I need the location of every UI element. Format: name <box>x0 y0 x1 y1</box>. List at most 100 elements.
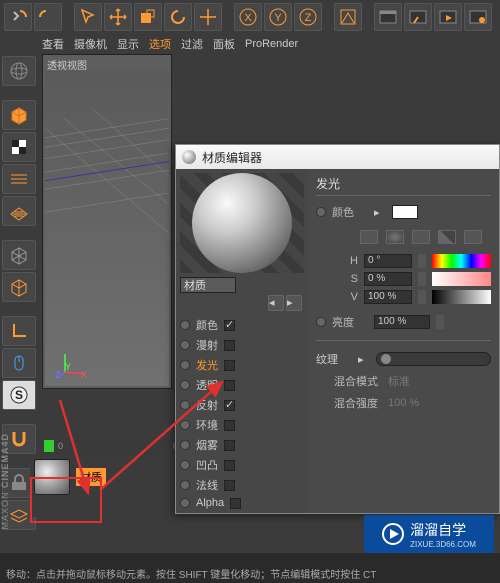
move-button[interactable] <box>104 3 132 31</box>
mode-2-button[interactable] <box>386 230 404 244</box>
prop-color-label: 颜色 <box>332 204 368 220</box>
material-label[interactable]: 材质 <box>76 468 106 486</box>
axis-x-button[interactable]: X <box>234 3 262 31</box>
channel-reflection[interactable]: 反射 <box>180 397 304 413</box>
h-slider[interactable] <box>432 254 491 268</box>
channel-alpha[interactable]: Alpha <box>180 497 304 509</box>
channel-normal[interactable]: 法线 <box>180 477 304 493</box>
v-input[interactable]: 100 % <box>364 290 412 304</box>
blend-strength-label: 混合强度 <box>334 395 382 411</box>
cube-solid-button[interactable] <box>2 100 36 130</box>
texture-label: 纹理 <box>316 351 352 367</box>
channel-color[interactable]: 颜色 <box>180 317 304 333</box>
mode-5-button[interactable] <box>464 230 482 244</box>
v-spinner[interactable] <box>418 290 426 304</box>
h-label: H <box>316 255 358 267</box>
channel-luminance[interactable]: 发光 <box>180 357 304 373</box>
menu-display[interactable]: 显示 <box>117 36 139 52</box>
color-mode-icons <box>360 230 491 244</box>
cube-wire-button[interactable] <box>2 240 36 270</box>
section-title: 发光 <box>316 175 491 196</box>
h-input[interactable]: 0 ° <box>364 254 412 268</box>
render-region-button[interactable] <box>404 3 432 31</box>
svg-text:Y: Y <box>274 12 282 24</box>
prop-color-radio[interactable] <box>316 207 326 217</box>
preview-right-button[interactable]: ▸ <box>286 295 302 311</box>
color-swatch[interactable] <box>392 205 418 219</box>
mode-4-button[interactable] <box>438 230 456 244</box>
dialog-title: 材质编辑器 <box>202 149 262 166</box>
preview-sphere <box>192 173 292 273</box>
mode-3-button[interactable] <box>412 230 430 244</box>
axis-gizmo: YXZ <box>57 348 87 378</box>
svg-text:S: S <box>15 388 23 402</box>
globe-icon[interactable] <box>2 56 36 86</box>
v-slider[interactable] <box>432 290 491 304</box>
scale-button[interactable] <box>134 3 162 31</box>
brightness-spinner[interactable] <box>436 315 444 329</box>
blend-strength-value: 100 % <box>388 397 419 409</box>
mouse-button[interactable] <box>2 348 36 378</box>
render-settings-button[interactable] <box>434 3 462 31</box>
axis-y-button[interactable]: Y <box>264 3 292 31</box>
svg-text:X: X <box>244 12 252 24</box>
menu-prorender[interactable]: ProRender <box>245 38 298 50</box>
timeline-marker[interactable] <box>44 440 54 452</box>
brightness-input[interactable]: 100 % <box>374 315 430 329</box>
l-shape-button[interactable] <box>2 316 36 346</box>
cube-checker-button[interactable] <box>2 132 36 162</box>
dialog-right-panel: 发光 颜色 ▸ H0 ° S0 % V100 % 亮度 <box>308 169 499 513</box>
channel-diffuse[interactable]: 漫射 <box>180 337 304 353</box>
svg-text:Z: Z <box>305 12 312 24</box>
axis-z-button[interactable]: Z <box>294 3 322 31</box>
rotate-button[interactable] <box>164 3 192 31</box>
channel-environment[interactable]: 环境 <box>180 417 304 433</box>
menu-filter[interactable]: 过滤 <box>181 36 203 52</box>
menu-view[interactable]: 查看 <box>42 36 64 52</box>
statusbar: 移动：点击并拖动鼠标移动元素。按住 SHIFT 键量化移动；节点编辑模式时按住 … <box>0 553 500 583</box>
redo-button[interactable] <box>34 3 62 31</box>
v-label: V <box>316 291 358 303</box>
material-thumbnail[interactable] <box>34 459 70 495</box>
viewport-grid[interactable]: YXZ <box>45 71 169 386</box>
select-button[interactable] <box>74 3 102 31</box>
channel-fog[interactable]: 烟雾 <box>180 437 304 453</box>
material-name-input[interactable] <box>180 277 236 293</box>
menu-options[interactable]: 选项 <box>149 36 171 52</box>
undo-button[interactable] <box>4 3 32 31</box>
brightness-radio[interactable] <box>316 317 326 327</box>
render-queue-button[interactable] <box>464 3 492 31</box>
watermark-title: 溜溜自学 <box>410 520 476 540</box>
s-spinner[interactable] <box>418 272 426 286</box>
s-input[interactable]: 0 % <box>364 272 412 286</box>
channel-list: 颜色 漫射 发光 透明 反射 环境 烟雾 凹凸 法线 Alpha <box>180 317 304 509</box>
mode-1-button[interactable] <box>360 230 378 244</box>
watermark[interactable]: 溜溜自学 ZIXUE.3D66.COM <box>364 515 494 553</box>
material-preview[interactable] <box>180 173 304 273</box>
perspective-viewport[interactable]: 透视视图 YXZ <box>42 54 172 389</box>
render-picture-button[interactable] <box>374 3 402 31</box>
s-slider[interactable] <box>432 272 491 286</box>
lastused-button[interactable] <box>194 3 222 31</box>
texture-expand-icon[interactable]: ▸ <box>358 353 370 365</box>
timeline[interactable]: 0 0 F <box>40 437 190 455</box>
cube-orange-wire-button[interactable] <box>2 272 36 302</box>
blend-mode-label: 混合模式 <box>334 373 382 389</box>
plane-lines-button[interactable] <box>2 164 36 194</box>
channel-transparency[interactable]: 透明 <box>180 377 304 393</box>
s-label: S <box>316 273 358 285</box>
menu-camera[interactable]: 摄像机 <box>74 36 107 52</box>
status-text: 移动：点击并拖动鼠标移动元素。按住 SHIFT 键量化移动；节点编辑模式时按住 … <box>6 566 376 581</box>
dialog-titlebar[interactable]: 材质编辑器 <box>176 145 499 169</box>
dialog-left-panel: ◂ ▸ 颜色 漫射 发光 透明 反射 环境 烟雾 凹凸 法线 Alpha <box>176 169 308 513</box>
menu-panel[interactable]: 面板 <box>213 36 235 52</box>
h-spinner[interactable] <box>418 254 426 268</box>
play-icon <box>382 523 404 545</box>
texture-slot[interactable] <box>376 352 491 366</box>
color-expand-icon[interactable]: ▸ <box>374 206 386 218</box>
preview-left-button[interactable]: ◂ <box>268 295 284 311</box>
channel-bump[interactable]: 凹凸 <box>180 457 304 473</box>
coord-button[interactable] <box>334 3 362 31</box>
floor-grid-button[interactable] <box>2 196 36 226</box>
s-circle-button[interactable]: S <box>2 380 36 410</box>
